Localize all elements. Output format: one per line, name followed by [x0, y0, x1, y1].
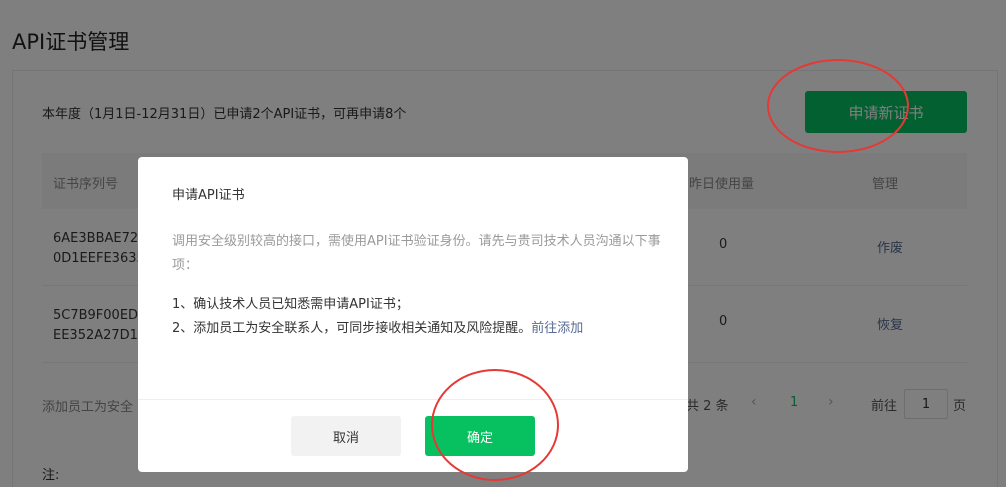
cancel-button[interactable]: 取消 [291, 416, 401, 456]
dialog-description: 调用安全级别较高的接口，需使用API证书验证身份。请先与贵司技术人员沟通以下事项… [172, 234, 661, 273]
dialog-divider [138, 399, 688, 400]
dialog-item: 1、确认技术人员已知悉需申请API证书； [172, 297, 409, 312]
go-add-link[interactable]: 前往添加 [531, 321, 583, 336]
apply-certificate-dialog: 申请API证书 调用安全级别较高的接口，需使用API证书验证身份。请先与贵司技术… [138, 157, 688, 472]
dialog-title: 申请API证书 [172, 188, 245, 203]
dialog-item: 2、添加员工为安全联系人，可同步接收相关通知及风险提醒。前往添加 [172, 317, 583, 336]
confirm-button[interactable]: 确定 [425, 416, 535, 456]
dialog-item-text: 2、添加员工为安全联系人，可同步接收相关通知及风险提醒。 [172, 321, 532, 336]
